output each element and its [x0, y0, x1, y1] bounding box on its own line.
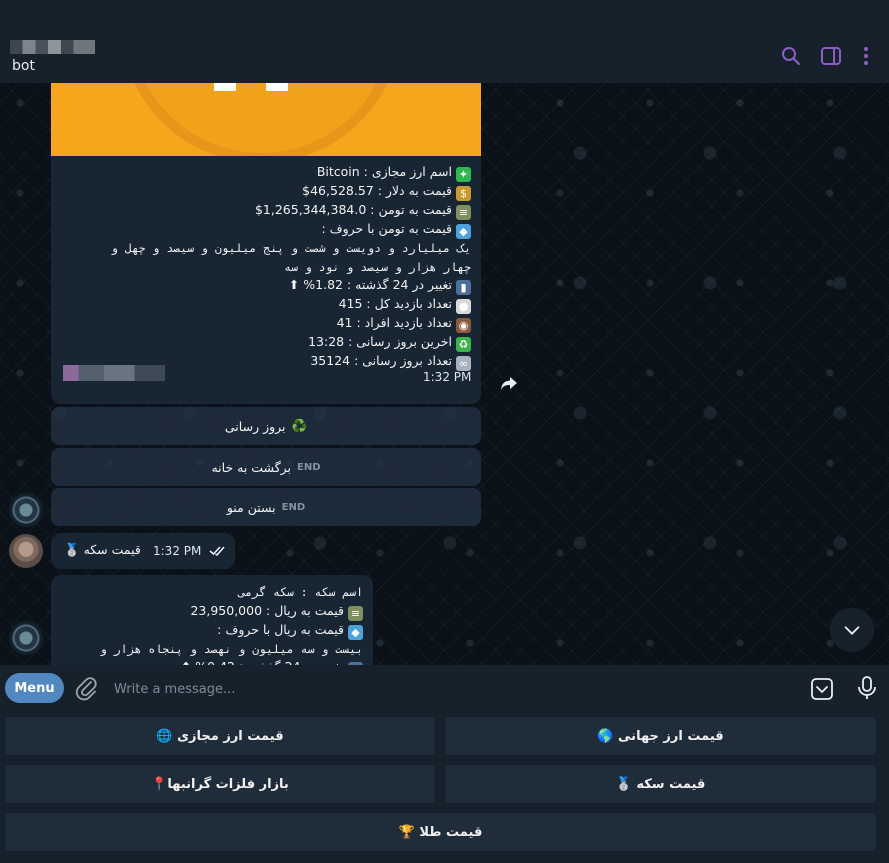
crypto-price-button[interactable]: 🌐 قیمت ارز مجازی — [5, 717, 435, 755]
coin-price-message[interactable]: اسم سکه : سکه گرمی ≡قیمت به ریال : 23,950… — [51, 575, 373, 665]
info-line: اسم سکه : سکه گرمی — [51, 583, 363, 602]
keyboard-toggle-icon[interactable] — [810, 677, 834, 701]
info-line-text: قیمت به تومن با حروف : — [321, 221, 452, 236]
info-line: بیست و سه میلیون و نهصد و پنجاه هزار و — [51, 640, 363, 659]
precious-metals-button[interactable]: 📍بازار فلزات گرانبها — [5, 765, 435, 803]
refresh-button[interactable]: بروز رسانی ♻️ — [51, 407, 481, 445]
info-line: ◉ تعداد بازدید افراد : 41 — [51, 314, 471, 333]
crypto-price-message[interactable]: ✦ اسم ارز مجازی : Bitcoin $ قیمت به دلار : … — [51, 83, 481, 404]
info-line-text: یک میلیارد و دویست و شصت و پنج میلیون و … — [110, 241, 471, 255]
close-menu-button-label: بستن منو — [226, 499, 276, 515]
chat-history[interactable]: ✦ اسم ارز مجازی : Bitcoin $ قیمت به دلار : … — [0, 83, 889, 665]
info-line-text: قیمت به ریال : 23,950,000 — [190, 602, 344, 618]
info-line: ● تعداد بازدید کل : 415 — [51, 295, 471, 314]
recycle-icon: ♻ — [456, 337, 471, 352]
info-line-text: قیمت به تومن : 1,265,344,384.0$ — [254, 202, 452, 217]
info-line-text: قیمت به دلار : 46,528.57$ — [302, 183, 452, 198]
chevron-down-icon — [844, 626, 860, 635]
bot-avatar[interactable] — [9, 493, 43, 527]
message-time: 1:32 PM — [153, 544, 202, 558]
banknote-icon: ≡ — [456, 205, 471, 220]
message-input[interactable] — [114, 679, 714, 699]
coin-price-button[interactable]: 🥈 قیمت سکه — [445, 765, 876, 803]
info-line: ◆قیمت به ریال با حروف : — [51, 621, 363, 640]
info-line: چهار هزار و سیصد و نود و سه — [51, 258, 471, 277]
scroll-down-button[interactable] — [830, 608, 874, 652]
eye-icon: ◉ — [456, 318, 471, 333]
gold-price-button[interactable]: 🏆 قیمت طلا — [5, 813, 876, 851]
end-arrow-icon: END — [297, 461, 321, 473]
world-currency-price-button[interactable]: 🌎 قیمت ارز جهانی — [445, 717, 876, 755]
bot-menu-button[interactable]: Menu — [5, 673, 64, 703]
bot-avatar[interactable] — [9, 621, 43, 655]
info-line: $ قیمت به دلار : 46,528.57$ — [51, 182, 471, 201]
user-avatar[interactable] — [9, 534, 43, 568]
gem-icon: ◆ — [456, 224, 471, 239]
info-line: ≡ قیمت به تومن : 1,265,344,384.0$ — [51, 201, 471, 220]
info-line-text: اسم سکه : سکه گرمی — [238, 585, 363, 599]
close-menu-button[interactable]: بستن منو END — [51, 488, 481, 526]
info-line: ✦ اسم ارز مجازی : Bitcoin — [51, 163, 471, 182]
microphone-icon[interactable] — [855, 675, 879, 701]
forward-icon[interactable] — [497, 371, 521, 395]
search-icon[interactable] — [779, 44, 803, 68]
back-home-button-label: برگشت به خانه — [211, 459, 292, 475]
coin-info-lines: اسم سکه : سکه گرمی ≡قیمت به ریال : 23,950… — [51, 583, 363, 665]
info-line-text: تعداد بازدید کل : 415 — [338, 296, 452, 311]
info-line: ▮ تغییر در 24 گذشته : 1.82% ⬆ — [51, 276, 471, 295]
reply-keyboard: 🌐 قیمت ارز مجازی 🌎 قیمت ارز جهانی 📍بازار… — [0, 711, 889, 863]
attach-icon[interactable] — [74, 675, 98, 701]
eyes-icon: ● — [456, 299, 471, 314]
info-line-text: چهار هزار و سیصد و نود و سه — [284, 259, 471, 274]
sparkle-icon: ✦ — [456, 167, 471, 182]
info-line-text: بیست و سه میلیون و نهصد و پنجاه هزار و — [99, 641, 363, 656]
back-home-button[interactable]: برگشت به خانه END — [51, 448, 481, 486]
chat-status: bot — [12, 58, 35, 74]
bitcoin-image — [51, 83, 481, 156]
outgoing-message-text: قیمت سکه 🥈 — [64, 542, 141, 557]
sidebar-toggle-icon[interactable] — [819, 44, 843, 68]
money-bag-icon: $ — [456, 186, 471, 201]
chat-header: bot — [0, 0, 889, 83]
info-line-text: قیمت به ریال با حروف : — [217, 621, 344, 637]
crypto-info-lines: ✦ اسم ارز مجازی : Bitcoin $ قیمت به دلار : … — [51, 163, 471, 371]
sender-name-redacted — [63, 365, 165, 381]
info-line: ♻ اخرین بروز رسانی : 13:28 — [51, 333, 471, 352]
outgoing-message[interactable]: قیمت سکه 🥈 1:32 PM — [51, 533, 235, 569]
info-line-text: تغییر در 24 گذشته : 1.82% ⬆ — [288, 277, 452, 292]
info-line-text: اخرین بروز رسانی : 13:28 — [308, 334, 452, 349]
info-line-text: تعداد بازدید افراد : 41 — [336, 315, 452, 330]
info-line-text: تعداد بروز رسانی : 35124 — [310, 353, 452, 368]
message-input-bar: Menu — [0, 665, 889, 711]
info-line: ▮تغییر در 24 گذشته : 0.42% ⬆ — [51, 658, 363, 665]
recycle-icon: ♻️ — [291, 418, 308, 433]
medal-icon: 🥈 — [64, 542, 80, 557]
gem-icon: ◆ — [348, 624, 363, 640]
refresh-button-label: بروز رسانی — [224, 418, 286, 434]
end-arrow-icon: END — [281, 501, 306, 513]
chart-icon: ▮ — [456, 280, 471, 295]
more-vertical-icon[interactable] — [854, 44, 878, 68]
message-time: 1:32 PM — [423, 370, 472, 384]
infinity-icon: ∞ — [456, 356, 471, 371]
chat-name-redacted[interactable] — [10, 40, 95, 54]
double-check-icon — [209, 542, 227, 558]
info-line-text: اسم ارز مجازی : Bitcoin — [316, 164, 452, 179]
banknote-icon: ≡ — [348, 605, 363, 621]
info-line: ◆ قیمت به تومن با حروف : — [51, 220, 471, 239]
info-line: ≡قیمت به ریال : 23,950,000 — [51, 602, 363, 621]
info-line: یک میلیارد و دویست و شصت و پنج میلیون و … — [51, 239, 471, 258]
